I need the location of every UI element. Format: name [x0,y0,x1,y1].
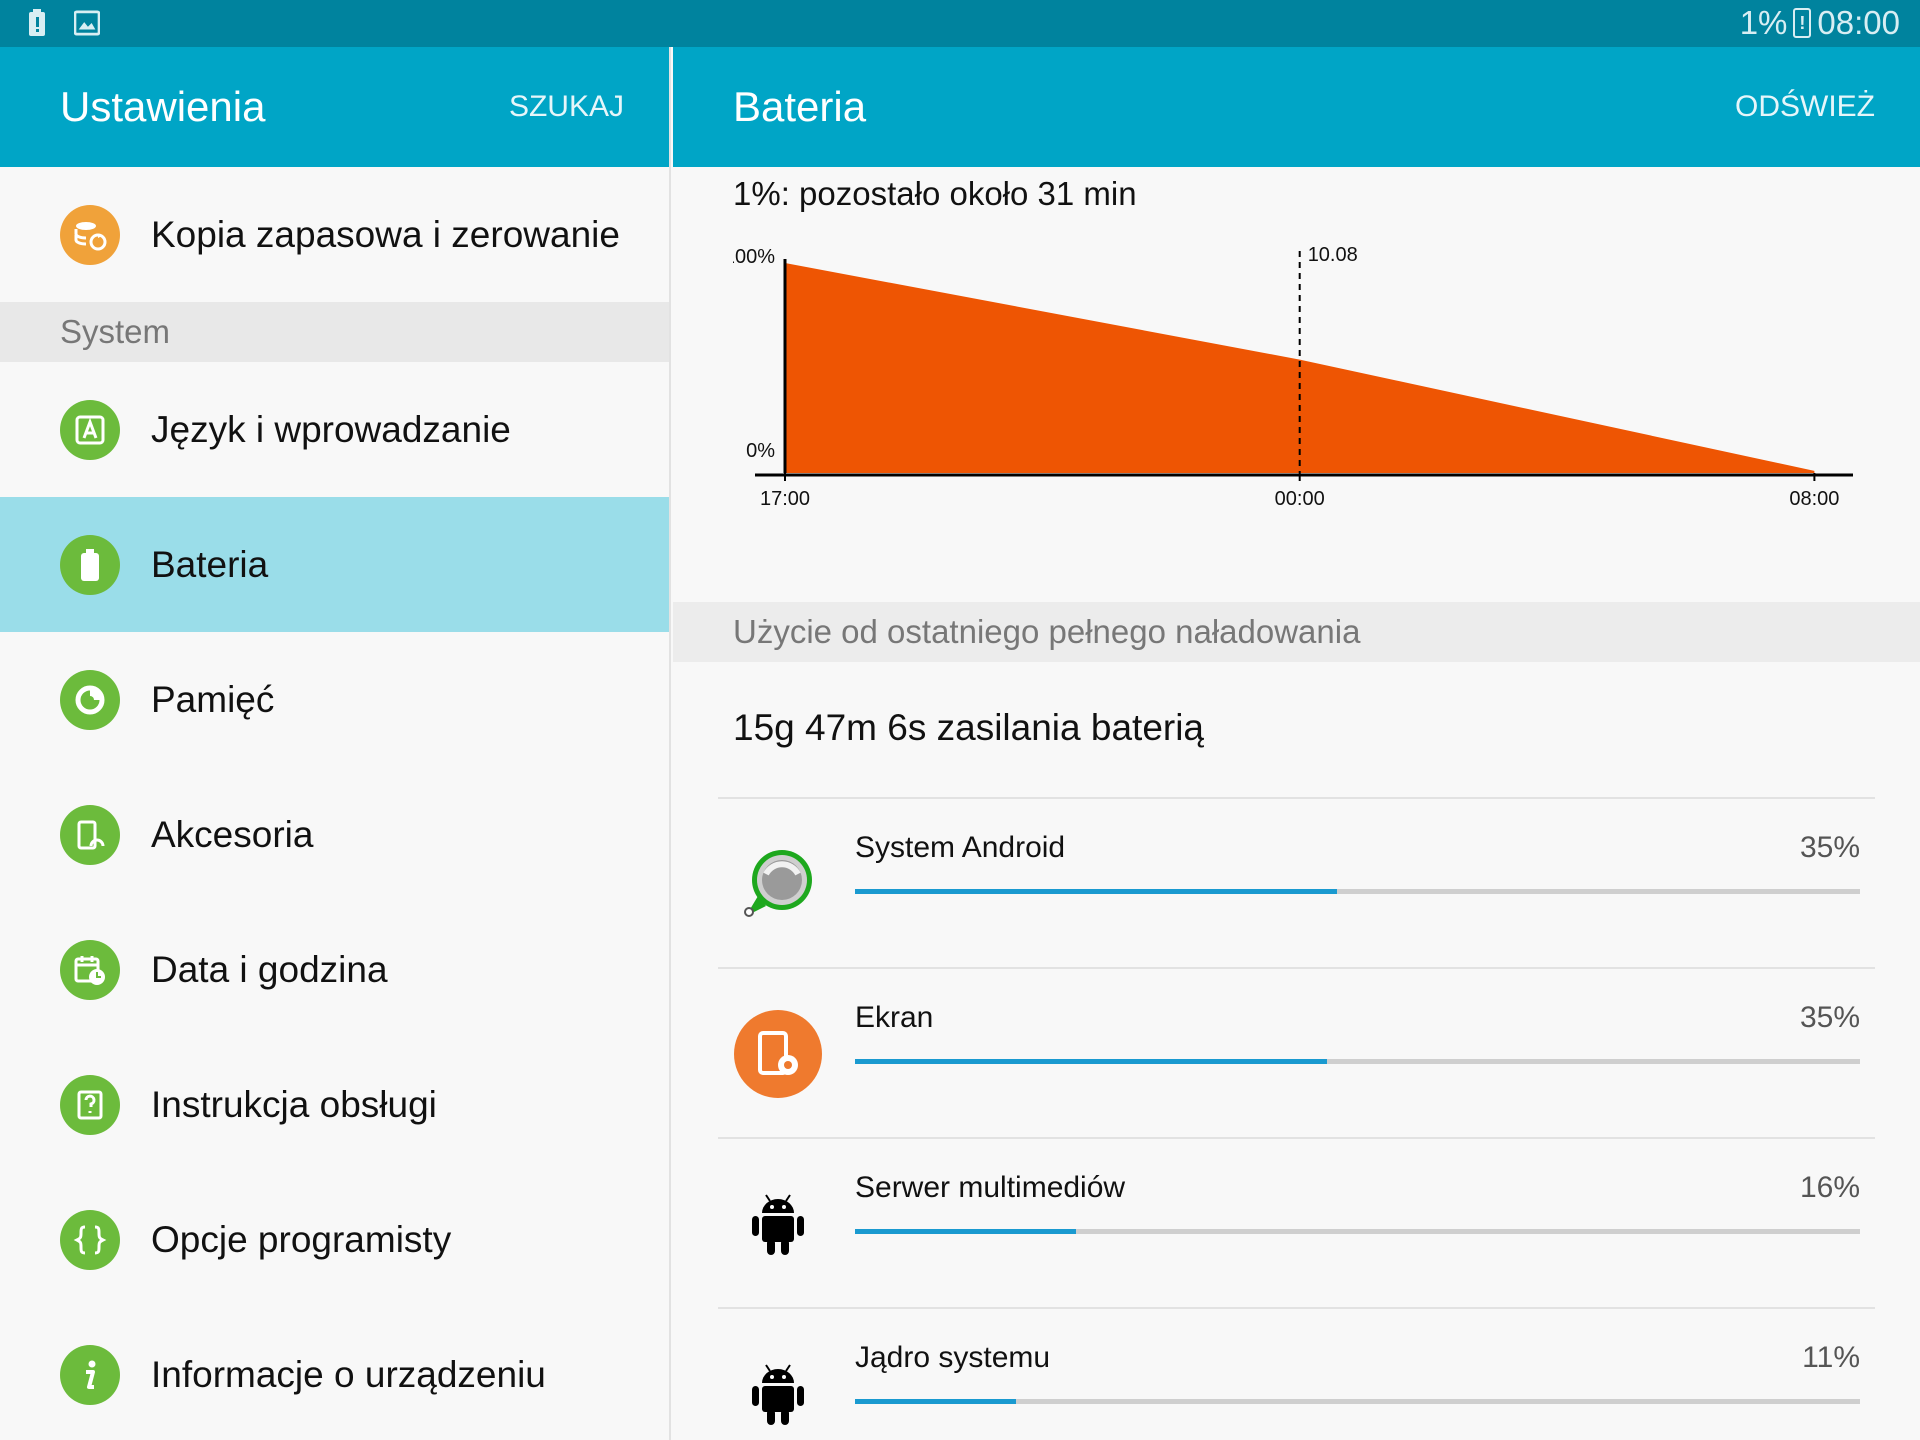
usage-app-name: Jądro systemu [855,1341,1051,1374]
usage-bar [855,889,1860,894]
manual-icon [60,1074,120,1135]
usage-bar [855,1059,1860,1064]
settings-item-label: Akcesoria [151,813,314,855]
refresh-button[interactable]: ODŚWIEŻ [1735,90,1875,124]
image-notification-icon [74,8,100,38]
settings-item-device-info[interactable]: Informacje o urządzeniu [0,1307,669,1440]
battery-alert-mark: ! [1799,12,1806,33]
settings-item-developer-options[interactable]: Opcje programisty [0,1172,669,1307]
settings-item-accessories[interactable]: Akcesoria [0,767,669,902]
accessories-icon [60,804,120,865]
settings-item-label: Opcje programisty [151,1218,452,1260]
screen-settings-icon [733,1009,823,1099]
usage-section-header: Użycie od ostatniego pełnego naładowania [673,602,1920,662]
usage-row[interactable]: Ekran 35% [718,967,1875,1137]
backup-icon [60,204,120,265]
battery-pane: Bateria ODŚWIEŻ 1%: pozostało około 31 m… [673,47,1920,1440]
battery-time-total: 15g 47m 6s zasilania baterią [733,707,1205,748]
usage-bar [855,1399,1860,1404]
usage-percent: 11% [1802,1341,1860,1374]
calendar-clock-icon [60,939,120,1000]
y-tick-label: 100% [733,246,775,268]
settings-item-label: Kopia zapasowa i zerowanie [151,213,620,255]
android-system-icon [733,839,823,929]
section-header-system: System [0,302,669,362]
battery-remaining-text: 1%: pozostało około 31 min [733,175,1137,212]
usage-bar-fill [855,1399,1016,1404]
usage-app-name: Ekran [855,1001,934,1034]
y-tick-label: 0% [746,440,775,462]
settings-item-label: Pamięć [151,678,275,720]
status-bar: 1% ! 08:00 [0,0,1920,47]
x-tick-label: 00:00 [1275,488,1325,510]
settings-item-label: Data i godzina [151,948,388,990]
usage-percent: 35% [1799,1001,1860,1034]
braces-icon [60,1209,120,1270]
x-tick-label: 17:00 [760,488,810,510]
search-button[interactable]: SZUKAJ [509,90,624,124]
usage-bar-fill [855,889,1338,894]
settings-item-label: Informacje o urządzeniu [151,1353,546,1395]
battery-header: Bateria ODŚWIEŻ [673,47,1920,167]
clock: 08:00 [1817,4,1900,41]
language-icon [60,399,120,460]
android-robot-icon [733,1179,823,1269]
battery-status-icon: ! [1793,8,1812,38]
settings-title: Ustawienia [60,83,266,130]
battery-icon [60,534,120,595]
info-icon [60,1344,120,1405]
settings-item-battery[interactable]: Bateria [0,497,669,632]
settings-item-label: Instrukcja obsługi [151,1083,437,1125]
usage-percent: 16% [1799,1171,1860,1204]
battery-alert-icon [24,8,50,38]
settings-item-storage[interactable]: Pamięć [0,632,669,767]
marker-label: 10.08 [1308,244,1358,266]
usage-percent: 35% [1799,831,1860,864]
usage-bar-fill [855,1059,1328,1064]
battery-history-chart: 100% 0% 10.08 17:00 00:00 08:00 [733,244,1853,510]
usage-app-name: Serwer multimediów [855,1171,1126,1204]
usage-bar-fill [855,1229,1077,1234]
settings-pane: Ustawienia SZUKAJ Kopia zapasowa i zerow… [0,47,671,1440]
settings-item-language[interactable]: Język i wprowadzanie [0,362,669,497]
battery-title: Bateria [733,83,867,130]
android-robot-icon [733,1349,823,1439]
settings-item-label: Bateria [151,543,269,585]
settings-item-date-time[interactable]: Data i godzina [0,902,669,1037]
usage-row[interactable]: System Android 35% [718,797,1875,967]
settings-header: Ustawienia SZUKAJ [0,47,669,167]
usage-list: System Android 35% Ekran 35% Serwer mult… [718,797,1875,1440]
usage-row[interactable]: Serwer multimediów 16% [718,1137,1875,1307]
storage-icon [60,669,120,730]
settings-item-label: Język i wprowadzanie [151,408,511,450]
usage-row[interactable]: Jądro systemu 11% [718,1307,1875,1440]
x-tick-label: 08:00 [1789,488,1839,510]
battery-percent: 1% [1739,4,1788,41]
settings-item-backup[interactable]: Kopia zapasowa i zerowanie [0,167,669,302]
usage-bar [855,1229,1860,1234]
settings-item-manual[interactable]: Instrukcja obsługi [0,1037,669,1172]
usage-app-name: System Android [855,831,1066,864]
